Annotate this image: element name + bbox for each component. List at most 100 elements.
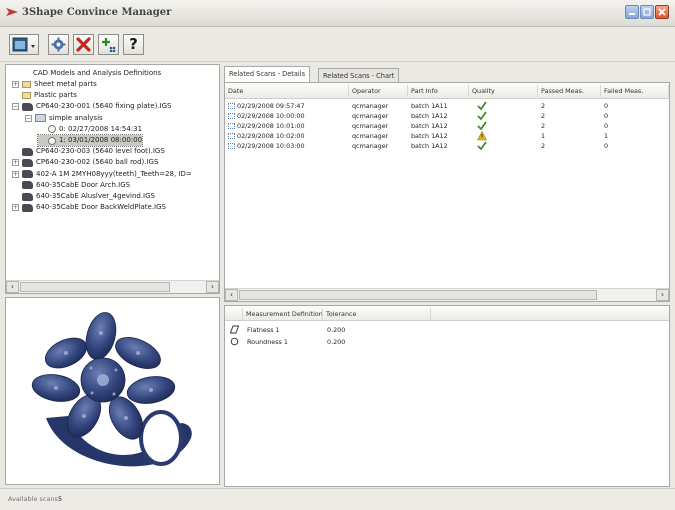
close-icon	[658, 8, 666, 16]
measurement-name[interactable]: Roundness 1	[247, 337, 288, 347]
close-button[interactable]	[655, 5, 669, 19]
column-header[interactable]: Quality	[469, 85, 538, 97]
tree-item[interactable]: CP640-230-003 (5640 level foot).IGS	[12, 146, 165, 157]
check-pass-icon	[477, 111, 487, 121]
scroll-left-icon[interactable]: ‹	[6, 281, 19, 293]
warning-icon	[477, 130, 487, 141]
available-scans-label: Available scans:	[8, 495, 61, 503]
quality-cell	[477, 141, 487, 151]
maximize-icon	[643, 8, 651, 16]
tree-item[interactable]: 1: 03/01/2008 08:00:00	[36, 134, 144, 147]
tree-item[interactable]: +402-A 1M 2MYH08yyy(teeth)_Teeth=28, ID=	[12, 169, 192, 180]
scan-date: 02/29/2008 10:03:00	[237, 142, 305, 150]
scan-part-cell: batch 1A12	[411, 142, 448, 150]
scan-failed-cell: 0	[604, 122, 609, 130]
column-header[interactable]: Part Info	[408, 85, 469, 97]
scan-part-cell: batch 1A12	[411, 122, 448, 130]
clock-icon	[48, 125, 56, 134]
tree-item-label: 640-35CabE Door BackWeldPlate.IGS	[36, 203, 166, 212]
scrollbar-thumb[interactable]	[239, 290, 597, 300]
window-title-bar[interactable]: 3Shape Convince Manager	[0, 0, 675, 27]
tree-horizontal-scrollbar[interactable]: ‹ ›	[6, 280, 219, 293]
column-header[interactable]: Tolerance	[323, 308, 431, 320]
tree-item[interactable]: 640-35CabE Door Arch.IGS	[12, 180, 130, 191]
scrollbar-thumb[interactable]	[20, 282, 170, 292]
scan-part-cell: batch 1A11	[411, 102, 448, 110]
help-button[interactable]: ?	[123, 34, 144, 55]
scan-part-cell: batch 1A12	[411, 112, 448, 120]
scan-icon	[228, 133, 235, 139]
delete-button[interactable]	[73, 34, 94, 55]
expand-collapse-icon[interactable]: +	[12, 81, 19, 88]
column-header[interactable]: Failed Meas.	[601, 85, 669, 97]
measurement-definitions-table[interactable]: Measurement Definition Tolerance Flatnes…	[224, 305, 670, 487]
model-preview-panel[interactable]	[5, 297, 220, 485]
tree-item-label: CP640-230-002 (5640 ball rod).IGS	[36, 158, 159, 167]
scan-passed-cell: 1	[541, 132, 546, 140]
measurement-name[interactable]: Flatness 1	[247, 325, 280, 335]
scan-date-cell: 02/29/2008 09:57:47	[228, 101, 305, 111]
tree-item-label: 402-A 1M 2MYH08yyy(teeth)_Teeth=28, ID=	[36, 169, 192, 178]
scan-date: 02/29/2008 10:01:00	[237, 122, 305, 130]
layout-button[interactable]	[9, 34, 39, 55]
maximize-button[interactable]	[640, 5, 654, 19]
tree-item[interactable]: + Sheet metal parts	[12, 79, 97, 90]
expand-collapse-icon[interactable]: −	[25, 114, 32, 122]
scan-passed-cell: 2	[541, 122, 546, 130]
part-icon	[22, 203, 33, 212]
tree-item[interactable]: − CP640-230-001 (5640 fixing plate).IGS	[12, 101, 171, 112]
minimize-button[interactable]	[625, 5, 639, 19]
tree-item-label: CP640-230-001 (5640 fixing plate).IGS	[36, 102, 172, 111]
app-logo-icon	[6, 8, 18, 16]
scan-icon	[228, 143, 235, 149]
tree-header: CAD Models and Analysis Definitions	[33, 69, 162, 77]
tree-item[interactable]: + CP640-230-002 (5640 ball rod).IGS	[12, 157, 158, 168]
folder-icon	[22, 92, 31, 100]
expand-collapse-icon[interactable]: +	[12, 204, 19, 212]
scan-date-cell: 02/29/2008 10:02:00	[228, 131, 305, 141]
roundness-icon	[230, 337, 239, 347]
scans-horizontal-scrollbar[interactable]: ‹ ›	[225, 288, 669, 301]
scan-passed-cell: 2	[541, 112, 546, 120]
measurement-tolerance: 0.200	[327, 326, 346, 334]
clock-icon	[48, 136, 56, 145]
expand-collapse-icon[interactable]: −	[12, 103, 19, 111]
help-question-icon: ?	[129, 35, 138, 53]
tree-item[interactable]: 0: 02/27/2008 14:54:31	[38, 124, 142, 135]
column-header[interactable]: Measurement Definition	[243, 308, 323, 320]
related-scans-table[interactable]: Date Operator Part Info Quality Passed Meas.…	[224, 82, 670, 302]
scan-date-cell: 02/29/2008 10:01:00	[228, 121, 305, 131]
scan-date-cell: 02/29/2008 10:00:00	[228, 111, 305, 121]
tree-item-label: simple analysis	[49, 113, 103, 122]
scan-date: 02/29/2008 10:02:00	[237, 132, 305, 140]
part-icon	[22, 102, 33, 111]
scan-failed-cell: 0	[604, 102, 609, 110]
tree-item[interactable]: − simple analysis	[25, 113, 103, 124]
scan-failed-cell: 0	[604, 142, 609, 150]
quality-cell	[477, 111, 487, 121]
analysis-icon	[35, 114, 46, 123]
model-tree-panel[interactable]: CAD Models and Analysis Definitions + She…	[5, 64, 220, 294]
quality-cell	[477, 121, 487, 131]
column-header[interactable]: Operator	[349, 85, 408, 97]
measurement-tolerance: 0.200	[327, 338, 346, 346]
expand-collapse-icon[interactable]: +	[12, 170, 19, 178]
tree-item-label: 1: 03/01/2008 08:00:00	[59, 136, 143, 144]
scan-part-cell: batch 1A12	[411, 132, 448, 140]
add-button[interactable]	[98, 34, 119, 55]
tree-item[interactable]: Plastic parts	[12, 90, 77, 101]
settings-button[interactable]	[48, 34, 69, 55]
scan-icon	[228, 113, 235, 119]
tab-related-scans-details[interactable]: Related Scans - Details	[224, 66, 311, 83]
tree-item[interactable]: +640-35CabE Door BackWeldPlate.IGS	[12, 202, 166, 213]
scroll-right-icon[interactable]: ›	[656, 289, 669, 301]
expand-collapse-icon[interactable]: +	[12, 159, 19, 167]
tree-item[interactable]: 640-35CabE Aluslver_4gevind.IGS	[12, 191, 155, 202]
scroll-left-icon[interactable]: ‹	[225, 289, 238, 301]
scroll-right-icon[interactable]: ›	[206, 281, 219, 293]
scan-icon	[228, 103, 235, 109]
column-header[interactable]: Passed Meas.	[538, 85, 601, 97]
column-header[interactable]: Date	[225, 85, 349, 97]
tab-related-scans-chart[interactable]: Related Scans - Chart	[318, 68, 400, 82]
